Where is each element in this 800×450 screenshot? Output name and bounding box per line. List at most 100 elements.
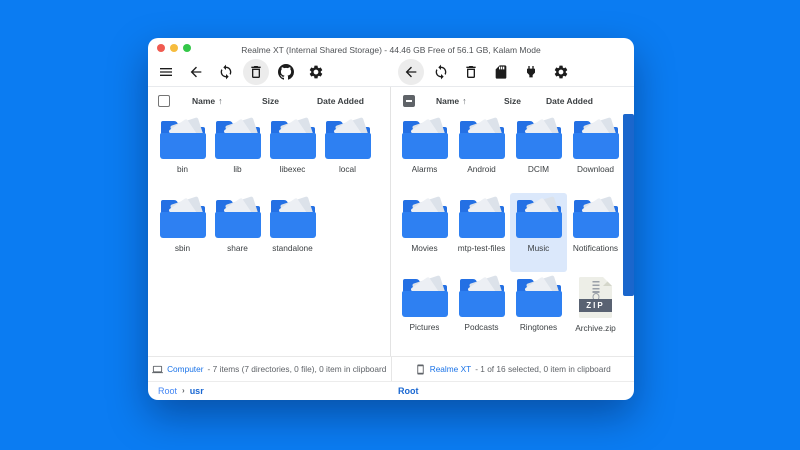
file-item[interactable]: DCIM bbox=[510, 114, 567, 193]
select-all-checkbox-device[interactable] bbox=[403, 95, 415, 107]
file-item[interactable]: Alarms bbox=[396, 114, 453, 193]
item-label: Ringtones bbox=[520, 322, 557, 332]
settings-button-local[interactable] bbox=[303, 59, 329, 85]
folder-icon bbox=[402, 279, 448, 317]
device-status: Realme XT - 1 of 16 selected, 0 item in … bbox=[391, 357, 635, 381]
folder-icon bbox=[270, 200, 316, 238]
zip-file-icon: ZIP bbox=[579, 277, 612, 318]
file-item[interactable]: Podcasts bbox=[453, 272, 510, 351]
item-label: Android bbox=[467, 164, 496, 174]
file-browser-panes: Name ↑ Size Date Added bin lib bbox=[148, 86, 634, 356]
item-label: libexec bbox=[280, 164, 306, 174]
device-link[interactable]: Realme XT bbox=[430, 364, 472, 374]
folder-icon bbox=[215, 200, 261, 238]
window-title: Realme XT (Internal Shared Storage) - 44… bbox=[148, 38, 634, 55]
file-item[interactable]: libexec bbox=[265, 114, 320, 193]
folder-icon bbox=[459, 279, 505, 317]
delete-button-local[interactable] bbox=[243, 59, 269, 85]
column-name[interactable]: Name ↑ bbox=[192, 96, 262, 106]
item-label: Pictures bbox=[410, 322, 440, 332]
folder-icon bbox=[402, 200, 448, 238]
file-item[interactable]: lib bbox=[210, 114, 265, 193]
local-device-link[interactable]: Computer bbox=[167, 364, 203, 374]
sort-ascending-icon: ↑ bbox=[218, 96, 223, 106]
file-item[interactable]: sbin bbox=[155, 193, 210, 272]
item-label: share bbox=[227, 243, 248, 253]
chevron-right-icon: › bbox=[182, 386, 185, 395]
breadcrumb-current[interactable]: usr bbox=[190, 386, 204, 396]
local-status: Computer - 7 items (7 directories, 0 fil… bbox=[148, 357, 391, 381]
arrow-back-icon bbox=[188, 64, 204, 80]
item-label: Notifications bbox=[573, 243, 618, 253]
column-date-added[interactable]: Date Added bbox=[546, 96, 593, 106]
menu-button[interactable] bbox=[153, 59, 179, 85]
hamburger-menu-icon bbox=[158, 64, 174, 80]
zoom-window-button[interactable] bbox=[183, 44, 191, 52]
minimize-window-button[interactable] bbox=[170, 44, 178, 52]
arrow-back-icon bbox=[403, 64, 419, 80]
column-size[interactable]: Size bbox=[262, 96, 317, 106]
file-item[interactable]: Ringtones bbox=[510, 272, 567, 351]
file-item[interactable]: Music bbox=[510, 193, 567, 272]
storage-button[interactable] bbox=[488, 59, 514, 85]
item-label: mtp-test-files bbox=[458, 243, 505, 253]
file-item[interactable]: bin bbox=[155, 114, 210, 193]
back-button-local[interactable] bbox=[183, 59, 209, 85]
folder-icon bbox=[459, 121, 505, 159]
settings-button-device[interactable] bbox=[548, 59, 574, 85]
file-item[interactable]: local bbox=[320, 114, 375, 193]
file-item[interactable]: share bbox=[210, 193, 265, 272]
folder-icon bbox=[215, 121, 261, 159]
toolbar-row bbox=[148, 58, 634, 86]
delete-button-device[interactable] bbox=[458, 59, 484, 85]
item-label: standalone bbox=[272, 243, 313, 253]
column-name[interactable]: Name ↑ bbox=[436, 96, 504, 106]
folder-icon bbox=[270, 121, 316, 159]
trash-icon bbox=[248, 64, 264, 80]
breadcrumb-bar: Root › usr Root bbox=[148, 381, 634, 400]
item-label: Podcasts bbox=[464, 322, 498, 332]
device-status-text: - 1 of 16 selected, 0 item in clipboard bbox=[475, 364, 611, 374]
breadcrumb-root[interactable]: Root bbox=[158, 386, 177, 396]
file-item[interactable]: Android bbox=[453, 114, 510, 193]
folder-icon bbox=[325, 121, 371, 159]
item-label: local bbox=[339, 164, 356, 174]
folder-icon bbox=[516, 279, 562, 317]
sd-card-icon bbox=[493, 64, 509, 80]
file-item[interactable]: Notifications bbox=[567, 193, 624, 272]
gear-icon bbox=[553, 64, 569, 80]
local-status-text: - 7 items (7 directories, 0 file), 0 ite… bbox=[208, 364, 387, 374]
device-breadcrumb: Root bbox=[398, 386, 419, 396]
app-window: Realme XT (Internal Shared Storage) - 44… bbox=[148, 38, 634, 400]
usb-plug-icon bbox=[523, 64, 539, 80]
file-item[interactable]: Download bbox=[567, 114, 624, 193]
file-item[interactable]: Pictures bbox=[396, 272, 453, 351]
github-button[interactable] bbox=[273, 59, 299, 85]
column-size[interactable]: Size bbox=[504, 96, 546, 106]
refresh-button-device[interactable] bbox=[428, 59, 454, 85]
file-item[interactable]: mtp-test-files bbox=[453, 193, 510, 272]
back-button-device[interactable] bbox=[398, 59, 424, 85]
item-label: Archive.zip bbox=[575, 323, 616, 333]
folder-icon bbox=[459, 200, 505, 238]
breadcrumb-root[interactable]: Root bbox=[398, 386, 419, 396]
vertical-scrollbar[interactable] bbox=[623, 114, 634, 296]
device-file-grid: Alarms Android DCIM Download bbox=[396, 114, 634, 351]
item-label: Alarms bbox=[412, 164, 438, 174]
local-column-header: Name ↑ Size Date Added bbox=[148, 87, 390, 114]
folder-icon bbox=[516, 121, 562, 159]
file-item[interactable]: standalone bbox=[265, 193, 320, 272]
folder-icon bbox=[160, 121, 206, 159]
file-item[interactable]: ZIP Archive.zip bbox=[567, 272, 624, 351]
file-item[interactable]: Movies bbox=[396, 193, 453, 272]
connect-device-button[interactable] bbox=[518, 59, 544, 85]
select-all-checkbox-local[interactable] bbox=[158, 95, 170, 107]
local-pane: Name ↑ Size Date Added bin lib bbox=[148, 87, 390, 356]
refresh-button-local[interactable] bbox=[213, 59, 239, 85]
folder-icon bbox=[516, 200, 562, 238]
github-icon bbox=[278, 64, 294, 80]
close-window-button[interactable] bbox=[157, 44, 165, 52]
column-date-added[interactable]: Date Added bbox=[317, 96, 364, 106]
item-label: sbin bbox=[175, 243, 190, 253]
folder-icon bbox=[402, 121, 448, 159]
